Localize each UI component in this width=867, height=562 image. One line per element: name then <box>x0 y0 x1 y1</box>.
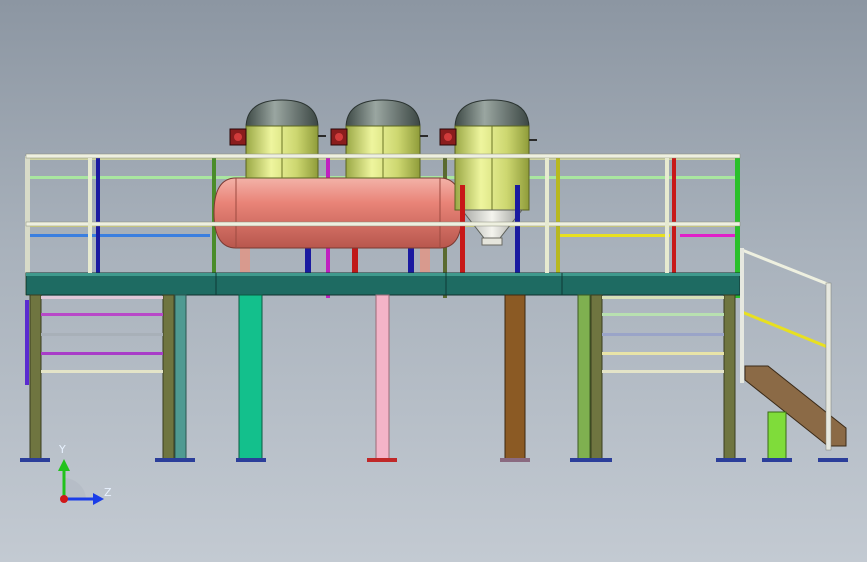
vertical-vessel-3 <box>439 99 537 275</box>
cad-viewport[interactable]: Y Z <box>0 0 867 562</box>
platform-deck <box>25 272 741 296</box>
support-columns <box>20 294 746 462</box>
staircase <box>740 248 848 462</box>
vertical-vessel-1 <box>229 99 326 179</box>
model-view[interactable] <box>0 0 867 562</box>
vertical-vessel-2 <box>330 99 428 179</box>
z-axis-label: Z <box>104 486 112 499</box>
y-axis-label: Y <box>59 443 66 456</box>
axis-triad <box>58 459 104 505</box>
